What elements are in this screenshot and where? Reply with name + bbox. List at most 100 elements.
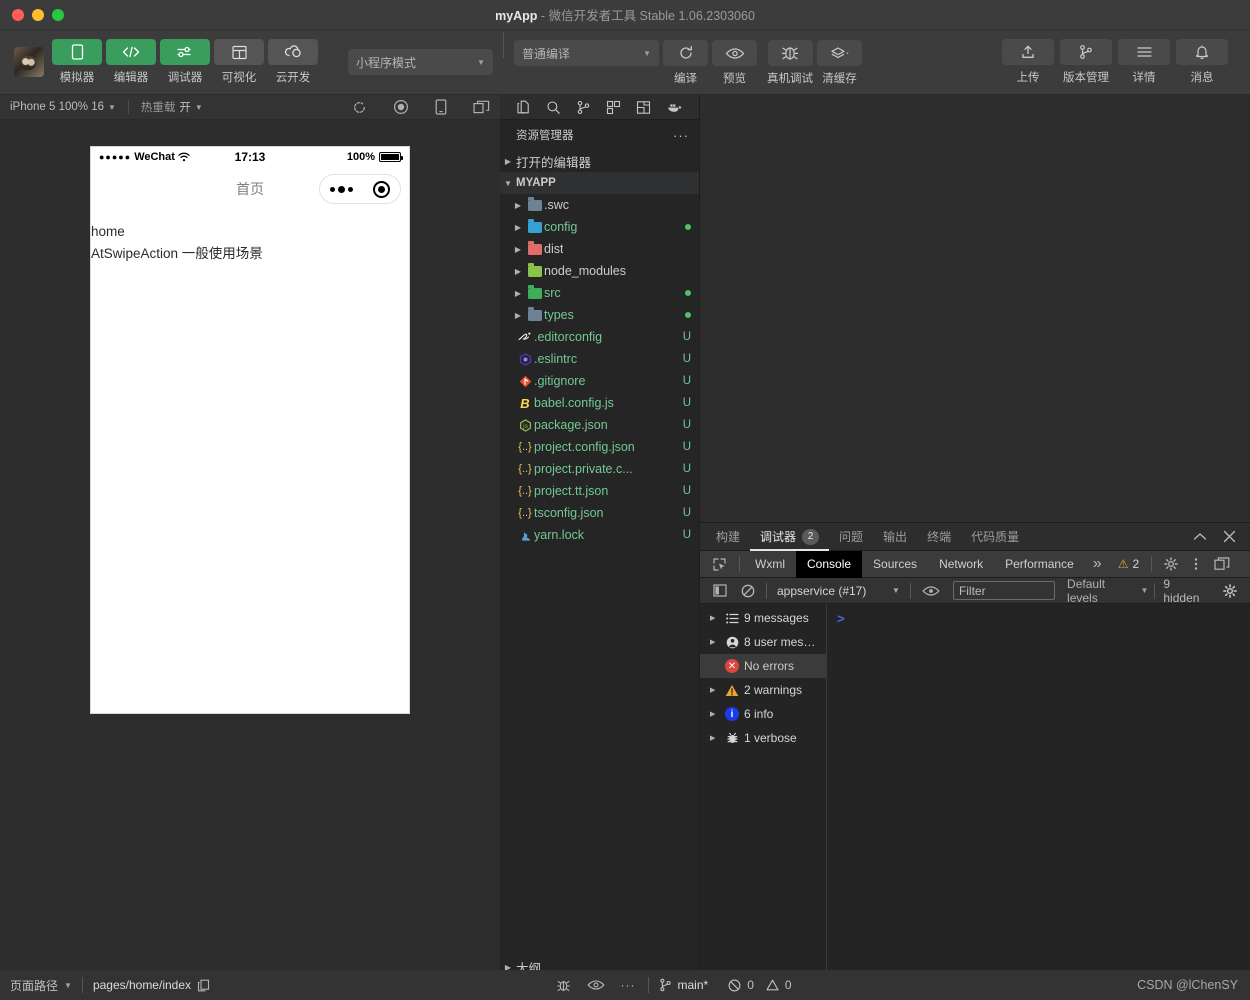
status-bar: 页面路径 ▼ pages/home/index ··· main* 0 0 CS… xyxy=(0,970,1250,1000)
console-group-errors[interactable]: ▶ ✕ No errors xyxy=(700,654,826,678)
compile-select[interactable]: 普通编译 ▼ xyxy=(514,40,659,66)
explorer-folder-src[interactable]: ▶ src xyxy=(500,282,699,304)
console-group-verbose[interactable]: ▶ 1 verbose xyxy=(700,726,826,750)
explorer-project-root[interactable]: ▼ MYAPP xyxy=(500,172,699,194)
bug-icon[interactable] xyxy=(556,978,571,993)
explorer-folder-config[interactable]: ▶ config xyxy=(500,216,699,238)
clear-console-icon[interactable] xyxy=(734,584,762,598)
git-branch-indicator[interactable]: main* xyxy=(649,978,719,992)
minimize-window-button[interactable] xyxy=(32,8,44,21)
more-icon[interactable]: ··· xyxy=(621,978,636,992)
problems-indicator[interactable]: 0 0 xyxy=(718,978,801,992)
gear-icon[interactable] xyxy=(1216,583,1244,598)
explorer-file-project-private[interactable]: ▶ {..} project.private.c... U xyxy=(500,458,699,480)
toolbar-button-realdebug[interactable]: 真机调试 xyxy=(767,40,813,86)
layout-icon[interactable] xyxy=(636,100,651,115)
cdt-tab-sources[interactable]: Sources xyxy=(862,551,928,578)
explorer-folder-node-modules[interactable]: ▶ node_modules xyxy=(500,260,699,282)
page-path-select[interactable]: 页面路径 ▼ xyxy=(0,977,82,994)
toolbar-button-visual[interactable]: 可视化 xyxy=(214,39,264,85)
record-icon[interactable] xyxy=(393,99,409,115)
refresh-icon[interactable] xyxy=(352,100,367,115)
explorer-folder-dist[interactable]: ▶ dist xyxy=(500,238,699,260)
target-icon[interactable] xyxy=(373,180,390,198)
explorer-file-package-json[interactable]: ▶ js package.json U xyxy=(500,414,699,436)
explorer-more-icon[interactable]: ··· xyxy=(673,128,689,143)
eye-icon[interactable] xyxy=(587,979,605,991)
explorer-folder-types[interactable]: ▶ types xyxy=(500,304,699,326)
explorer-file-editorconfig[interactable]: ▶ .editorconfig U xyxy=(500,326,699,348)
console-hidden-count[interactable]: 9 hidden xyxy=(1155,577,1216,605)
files-icon[interactable] xyxy=(516,100,531,115)
more-tabs-icon[interactable]: » xyxy=(1085,555,1110,573)
toolbar-button-compile[interactable]: 编译 xyxy=(663,40,708,86)
panel-tab-output[interactable]: 输出 xyxy=(873,523,917,551)
panel-tab-terminal[interactable]: 终端 xyxy=(917,523,961,551)
eye-icon[interactable] xyxy=(915,585,947,597)
explorer-file-tsconfig[interactable]: ▶ {..} tsconfig.json U xyxy=(500,502,699,524)
avatar[interactable] xyxy=(14,47,44,77)
console-group-warnings[interactable]: ▶ 2 warnings xyxy=(700,678,826,702)
close-icon[interactable] xyxy=(1215,530,1244,543)
copy-icon[interactable] xyxy=(197,979,210,992)
more-dots-icon[interactable] xyxy=(330,185,353,193)
device-icon[interactable] xyxy=(435,99,447,115)
explorer-file-babel-config[interactable]: ▶ B babel.config.js U xyxy=(500,392,699,414)
explorer-folder-swc[interactable]: ▶ .swc xyxy=(500,194,699,216)
console-group-info[interactable]: ▶ i 6 info xyxy=(700,702,826,726)
console-group-messages[interactable]: ▶ 9 messages xyxy=(700,606,826,630)
toolbar-button-version[interactable]: 版本管理 xyxy=(1060,39,1112,85)
toolbar-button-upload[interactable]: 上传 xyxy=(1002,39,1054,85)
window-controls[interactable] xyxy=(0,8,64,21)
sidebar-toggle-icon[interactable] xyxy=(706,584,734,597)
console-group-user-messages[interactable]: ▶ 8 user mes… xyxy=(700,630,826,654)
simulator-stage: ●●●●● WeChat 17:13 100% 首页 home AtSwipeA… xyxy=(0,120,500,1000)
console-group-messages-label: 9 messages xyxy=(744,611,809,625)
console-output[interactable]: > xyxy=(827,604,1250,1000)
multi-window-icon[interactable] xyxy=(473,100,490,115)
console-context-select[interactable]: appservice (#17) ▼ xyxy=(771,584,906,598)
explorer-file-gitignore[interactable]: ▶ .gitignore U xyxy=(500,370,699,392)
explorer-open-editors[interactable]: ▶ 打开的编辑器 xyxy=(500,150,699,172)
cdt-tab-performance[interactable]: Performance xyxy=(994,551,1085,578)
kebab-menu-icon[interactable] xyxy=(1186,557,1206,571)
mode-select[interactable]: 小程序模式 ▼ xyxy=(348,49,493,75)
explorer-file-eslintrc[interactable]: ▶ .eslintrc U xyxy=(500,348,699,370)
panel-tab-problems[interactable]: 问题 xyxy=(829,523,873,551)
toolbar-button-message[interactable]: 消息 xyxy=(1176,39,1228,85)
inspect-element-icon[interactable] xyxy=(704,557,735,572)
docker-icon[interactable] xyxy=(666,101,683,114)
cdt-tab-console[interactable]: Console xyxy=(796,550,863,578)
warning-count-indicator[interactable]: ⚠ 2 xyxy=(1110,557,1147,571)
source-control-icon[interactable] xyxy=(576,100,591,115)
wechat-capsule-button[interactable] xyxy=(319,174,401,204)
cdt-tab-wxml[interactable]: Wxml xyxy=(744,551,796,578)
toolbar-button-preview[interactable]: 预览 xyxy=(712,40,757,86)
explorer-file-project-config[interactable]: ▶ {..} project.config.json U xyxy=(500,436,699,458)
search-icon[interactable] xyxy=(546,100,561,115)
toolbar-button-debugger[interactable]: 调试器 xyxy=(160,39,210,85)
device-select[interactable]: iPhone 5 100% 16 ▼ xyxy=(10,101,116,113)
close-window-button[interactable] xyxy=(12,8,24,21)
panel-tab-debugger[interactable]: 调试器 2 xyxy=(750,523,829,551)
toolbar-button-clearcache[interactable]: 清缓存 xyxy=(817,40,862,86)
folder-icon xyxy=(526,196,544,211)
collapse-icon[interactable] xyxy=(1185,532,1215,542)
console-filter-input[interactable]: Filter xyxy=(952,581,1056,600)
toolbar-button-cloud[interactable]: 云开发 xyxy=(268,39,318,85)
panel-tab-code-quality[interactable]: 代码质量 xyxy=(961,523,1029,551)
extensions-icon[interactable] xyxy=(606,100,621,115)
toolbar-button-simulator[interactable]: 模拟器 xyxy=(52,39,102,85)
gear-icon[interactable] xyxy=(1156,557,1186,571)
console-levels-select[interactable]: Default levels ▼ xyxy=(1061,577,1154,605)
toolbar-button-editor[interactable]: 编辑器 xyxy=(106,39,156,85)
hot-reload-select[interactable]: 热重载 开 ▼ xyxy=(141,99,203,115)
cdt-tab-network[interactable]: Network xyxy=(928,551,994,578)
explorer-file-project-tt[interactable]: ▶ {..} project.tt.json U xyxy=(500,480,699,502)
dock-icon[interactable] xyxy=(1206,557,1238,571)
maximize-window-button[interactable] xyxy=(52,8,64,21)
toolbar-button-detail[interactable]: 详情 xyxy=(1118,39,1170,85)
explorer-file-yarn-lock[interactable]: ▶ yarn.lock U xyxy=(500,524,699,546)
panel-tab-build[interactable]: 构建 xyxy=(706,523,750,551)
git-status-badge: U xyxy=(682,441,691,453)
